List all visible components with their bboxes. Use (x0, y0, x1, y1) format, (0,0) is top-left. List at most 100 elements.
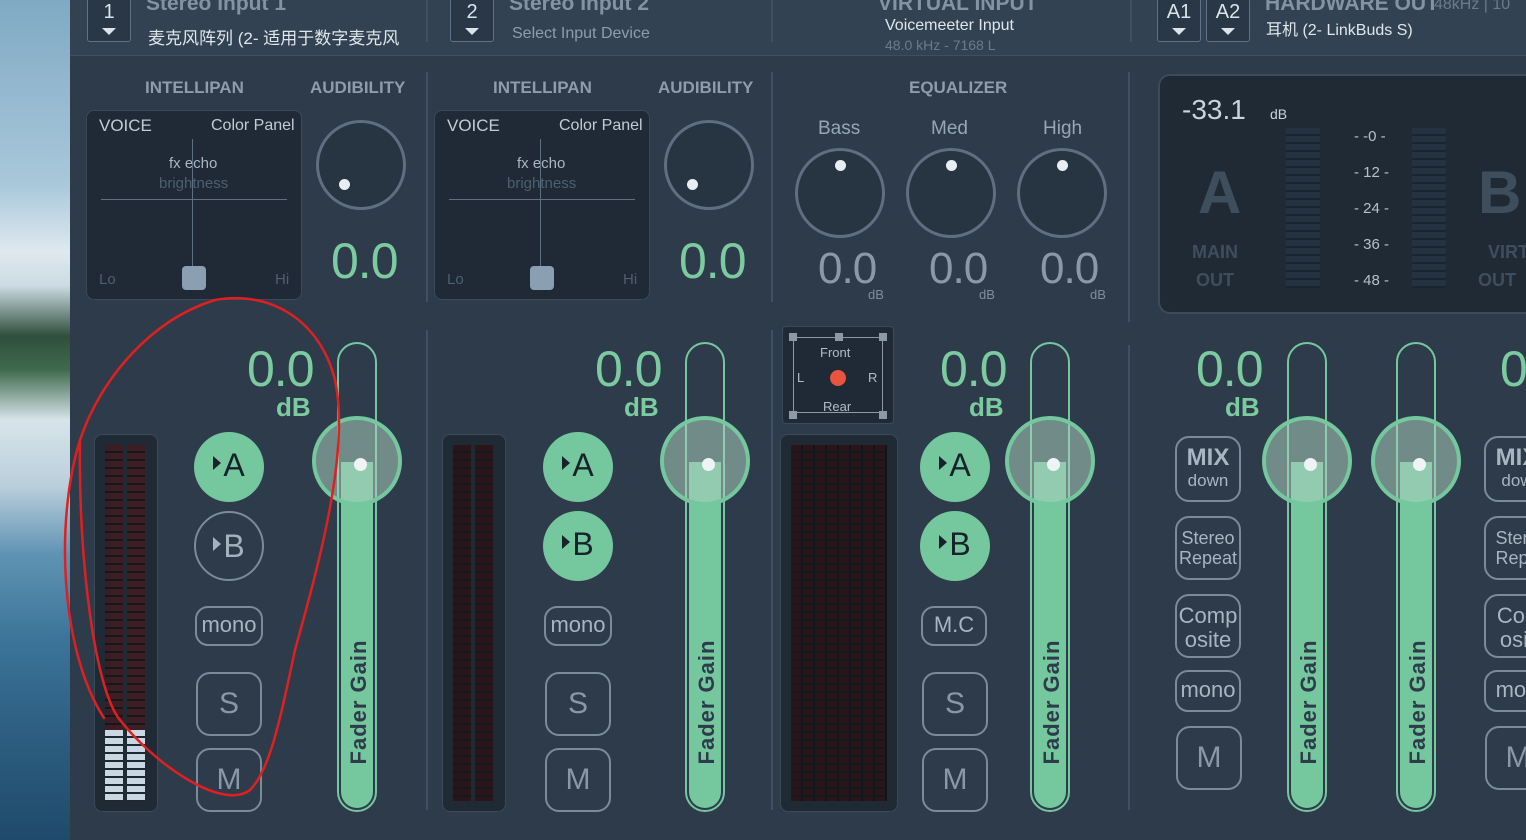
a2-button[interactable]: A2 (1206, 0, 1250, 42)
bus-a2-fader-knob[interactable] (1371, 416, 1461, 506)
bus-a-out-label: OUT (1196, 270, 1234, 290)
virtual-bus-b-button[interactable]: B (920, 511, 990, 581)
hi-label: Hi (275, 271, 290, 288)
hw-level-unit: dB (1270, 106, 1288, 122)
bus-b-strip-clipped: 0 MIX dow Stere Repe Con osit mon M (1480, 330, 1526, 840)
strip1-mute-button[interactable]: M (196, 748, 262, 812)
virtual-solo-button[interactable]: S (922, 672, 988, 736)
bus-b-label: B (223, 528, 245, 564)
eq-high-knob[interactable] (1017, 148, 1107, 238)
surround-panner[interactable]: Front Rear L R (782, 326, 894, 424)
meter-left-level (105, 729, 123, 801)
bus-b-mute-button[interactable]: M (1485, 726, 1526, 790)
strip1-bus-b-button[interactable]: B (194, 511, 264, 581)
intellipan-handle[interactable] (530, 266, 554, 290)
intellipan-pad-strip2[interactable]: VOICE Color Panel fx echo brightness Lo … (434, 110, 650, 300)
bus-a-composite-button[interactable]: Comp osite (1175, 594, 1241, 658)
intellipan-label: INTELLIPAN (493, 78, 592, 97)
divider (1128, 345, 1130, 810)
strip2-mute-button[interactable]: M (545, 748, 611, 812)
brightness-label: brightness (507, 175, 577, 192)
chevron-down-icon (102, 28, 116, 35)
meter-right-channel (475, 445, 493, 801)
bus-b-mixdown-button[interactable]: MIX dow (1484, 436, 1526, 502)
strip2-fader-track[interactable]: Fader Gain (685, 342, 725, 812)
intellipan-pad-strip1[interactable]: VOICE Color Panel fx echo brightness Lo … (86, 110, 302, 300)
fader-gain-label: Fader Gain (694, 639, 719, 765)
a2-label: A2 (1215, 1, 1241, 23)
color-panel-label: Color Panel (211, 117, 295, 134)
voice-label: VOICE (99, 116, 152, 135)
bus-a2-fader-track[interactable]: Fader Gain (1396, 342, 1436, 812)
panner-handle (835, 333, 843, 341)
virtual-input-info: 48.0 kHz - 7168 L (885, 37, 996, 53)
a1-button[interactable]: A1 (1157, 0, 1201, 42)
virtual-fader-track[interactable]: Fader Gain (1030, 342, 1070, 812)
strip2-mono-button[interactable]: mono (544, 606, 612, 646)
virtual-fader-knob[interactable] (1005, 416, 1095, 506)
panner-rear-label: Rear (823, 399, 852, 414)
strip2-device[interactable]: Select Input Device (512, 25, 650, 43)
strip2-bus-a-button[interactable]: A (543, 432, 613, 502)
strip1-fader-knob[interactable] (312, 416, 402, 506)
strip1-fader-track[interactable]: Fader Gain (337, 342, 377, 812)
bus-a-gain-unit: dB (1225, 392, 1260, 422)
virtual-bus-a-button[interactable]: A (920, 432, 990, 502)
bus-a-stereo-repeat-button[interactable]: Stereo Repeat (1175, 516, 1241, 580)
strip2-solo-button[interactable]: S (545, 672, 611, 736)
down-label: dow (1501, 471, 1526, 490)
hw-meter-left (1286, 128, 1320, 288)
chevron-down-icon (1172, 28, 1186, 35)
eq-med-knob[interactable] (906, 148, 996, 238)
audibility-knob-strip2[interactable] (664, 120, 754, 210)
panner-position-dot[interactable] (830, 370, 846, 386)
voice-label: VOICE (447, 116, 500, 135)
strip1-device[interactable]: 麦克风阵列 (2- 适用于数字麦克风 (148, 24, 399, 49)
panner-r-label: R (868, 370, 878, 385)
strip2-number-button[interactable]: 2 (450, 0, 494, 42)
equalizer-label: EQUALIZER (909, 78, 1008, 97)
intellipan-label: INTELLIPAN (145, 78, 244, 97)
color-panel-label: Color Panel (559, 117, 643, 134)
strip1-bus-a-button[interactable]: A (194, 432, 264, 502)
divider (1128, 72, 1130, 322)
stereo-label: Stere (1495, 528, 1526, 548)
divider (426, 72, 428, 302)
virtual-mute-button[interactable]: M (922, 748, 988, 812)
bus-a-mixdown-button[interactable]: MIX down (1175, 436, 1241, 502)
strip2-number: 2 (466, 1, 478, 23)
divider (1130, 0, 1132, 42)
bus-b-mono-button[interactable]: mon (1484, 670, 1526, 712)
osite-label: osit (1499, 627, 1526, 652)
bus-a-fader-knob[interactable] (1262, 416, 1352, 506)
brightness-label: brightness (159, 175, 229, 192)
bus-b-label: B (949, 526, 971, 562)
eq-bass-label: Bass (818, 118, 861, 139)
virtual-gain-value: 0.0 (940, 341, 1008, 397)
bus-b-stereo-repeat-button[interactable]: Stere Repe (1484, 516, 1526, 580)
eq-med-unit: dB (979, 287, 995, 302)
bus-a-gain-value: 0.0 (1196, 341, 1264, 397)
strip2-fader-knob[interactable] (660, 416, 750, 506)
bus-a-fader-track[interactable]: Fader Gain (1287, 342, 1327, 812)
hardware-out-device[interactable]: 耳机 (2- LinkBuds S) (1266, 16, 1413, 40)
audibility-value-strip1: 0.0 (331, 233, 399, 289)
strip2-gain-unit: dB (624, 392, 659, 422)
meter-left-channel (453, 445, 471, 801)
bus-a-mono-button[interactable]: mono (1175, 670, 1241, 712)
strip2-bus-b-button[interactable]: B (543, 511, 613, 581)
audibility-knob-strip1[interactable] (316, 120, 406, 210)
strip1-gain-unit: dB (276, 392, 311, 422)
bus-a-mute-button[interactable]: M (1176, 726, 1242, 790)
bus-b-gain-value: 0 (1500, 341, 1526, 397)
strip1-number-button[interactable]: 1 (87, 0, 131, 42)
strip1-title: Stereo Input 1 (146, 0, 287, 15)
intellipan-handle[interactable] (182, 266, 206, 290)
virtual-mc-button[interactable]: M.C (921, 606, 987, 646)
meter-multichannel (791, 445, 887, 801)
bus-b-composite-button[interactable]: Con osit (1484, 594, 1526, 658)
strip1-solo-button[interactable]: S (196, 672, 262, 736)
knob-indicator (835, 160, 846, 171)
eq-bass-knob[interactable] (795, 148, 885, 238)
strip1-mono-button[interactable]: mono (195, 606, 263, 646)
